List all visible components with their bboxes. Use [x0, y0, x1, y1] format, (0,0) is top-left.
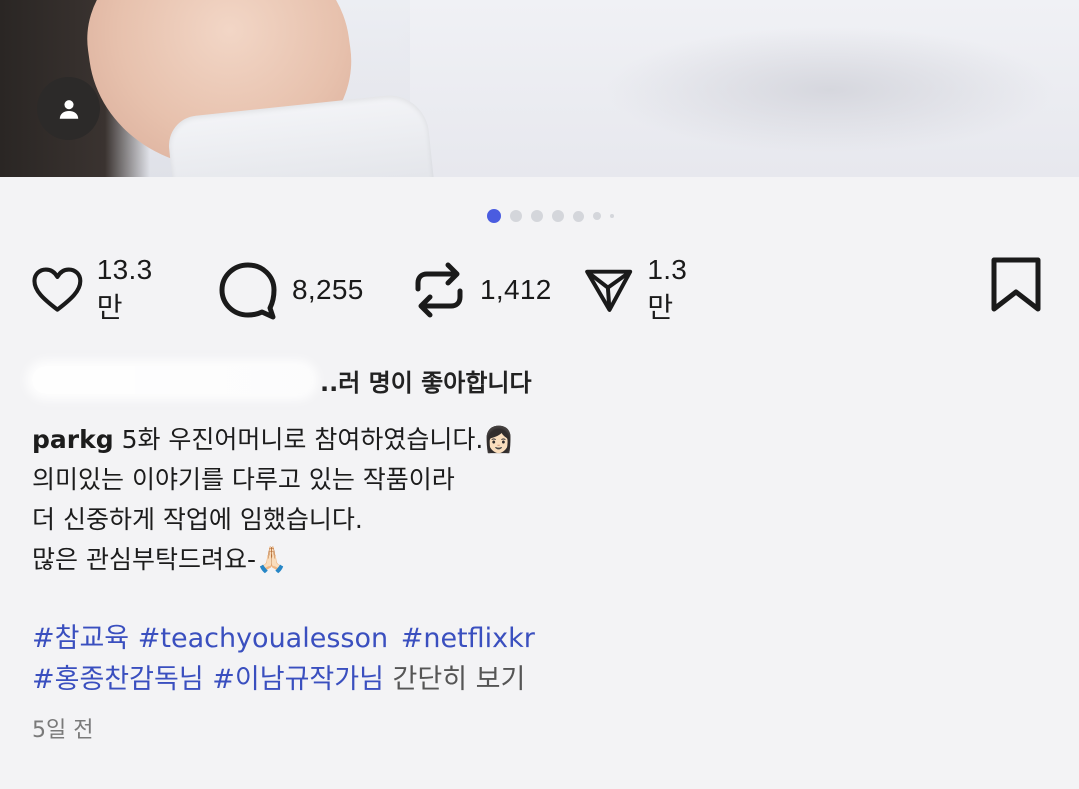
comments-count[interactable]: 8,255 [292, 274, 364, 306]
bookmark-button[interactable] [990, 257, 1042, 317]
reposts-count[interactable]: 1,412 [480, 274, 552, 306]
liked-by-text: ..러 명이 좋아합니다 [320, 368, 532, 397]
post-photo[interactable] [0, 0, 1079, 177]
carousel-dot-active [487, 209, 501, 223]
comment-icon[interactable] [218, 260, 278, 320]
carousel-indicator [487, 208, 614, 224]
hashtag[interactable]: #이남규작가님 [212, 664, 384, 695]
carousel-dot [610, 214, 614, 218]
hashtag-row-2: #홍종찬감독님 #이남규작가님 간단히 보기 [32, 659, 932, 700]
caption-line-2: 의미있는 이야기를 다루고 있는 작품이라 [32, 465, 455, 494]
liked-by-line[interactable]: ..러 명이 좋아합니다 [32, 360, 532, 400]
hashtags: #참교육 #teachyoualesson #netflixkr #홍종찬감독님… [32, 618, 932, 700]
hashtag[interactable]: #netflixkr [401, 623, 535, 654]
carousel-dot [510, 210, 522, 222]
caption-line-3: 더 신중하게 작업에 임했습니다. [32, 505, 363, 534]
heart-icon[interactable] [32, 262, 83, 318]
liked-by-redacted [32, 366, 312, 394]
post-caption: parkg 5화 우진어머니로 참여하였습니다.👩🏻 의미있는 이야기를 다루고… [32, 420, 732, 580]
user-icon [59, 99, 78, 119]
shares-count[interactable]: 1.3만 [647, 254, 699, 326]
carousel-dot [531, 210, 543, 222]
caption-line-4: 많은 관심부탁드려요-🙏🏻 [32, 545, 288, 574]
carousel-dot [573, 210, 584, 222]
hashtag[interactable]: #홍종찬감독님 [32, 664, 204, 695]
caption-text: 5화 우진어머니로 참여하였습니다.👩🏻 [113, 425, 515, 454]
likes-count[interactable]: 13.3만 [97, 254, 164, 326]
post-timestamp: 5일 전 [32, 718, 94, 743]
photo-shirt [410, 0, 1079, 177]
hashtag-row-1: #참교육 #teachyoualesson #netflixkr [32, 618, 932, 659]
comment-action: 8,255 [218, 258, 364, 322]
carousel-dot [552, 210, 564, 222]
hashtag[interactable]: #teachyoualesson [138, 623, 388, 654]
tagged-users-button[interactable] [37, 77, 100, 140]
bookmark-icon [991, 257, 1041, 312]
repost-icon[interactable] [412, 259, 466, 321]
repost-action: 1,412 [412, 258, 552, 322]
caption-line-1: parkg 5화 우진어머니로 참여하였습니다.👩🏻 [32, 420, 732, 460]
carousel-dot [593, 212, 601, 220]
share-action: 1.3만 [584, 254, 700, 323]
caption-username[interactable]: parkg [32, 425, 114, 454]
share-icon[interactable] [584, 261, 633, 319]
hashtag[interactable]: #참교육 [32, 623, 129, 654]
see-less-link[interactable]: 간단히 보기 [393, 664, 526, 695]
like-action: 13.3만 [32, 254, 164, 323]
